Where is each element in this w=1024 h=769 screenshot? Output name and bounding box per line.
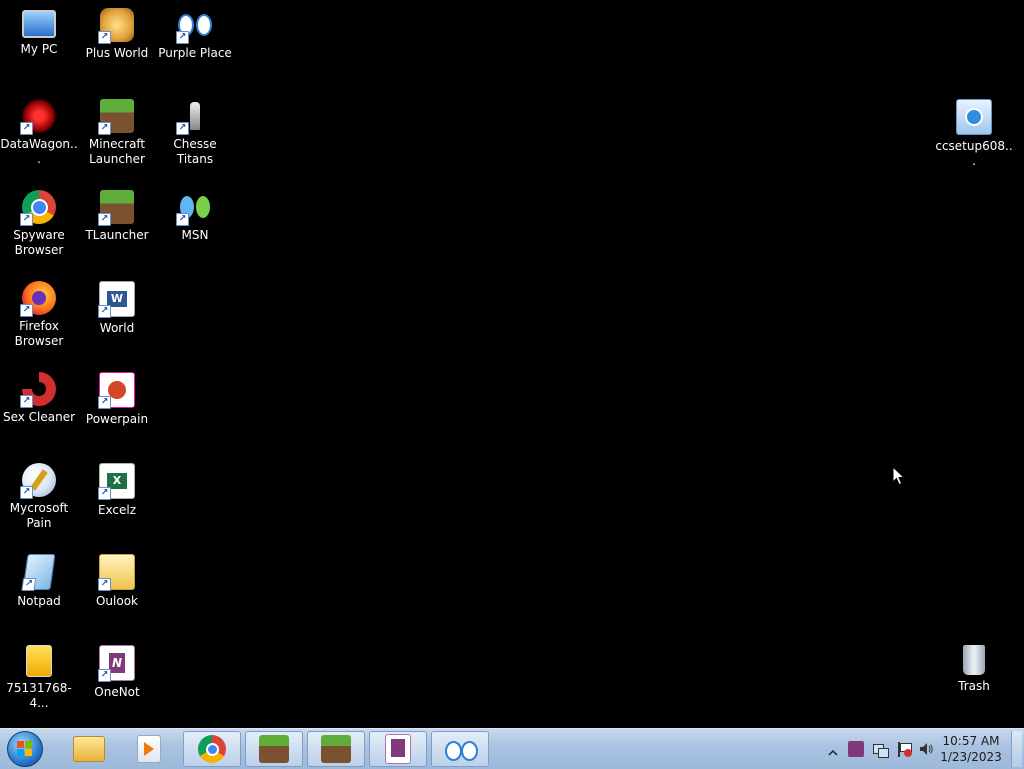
- network-icon[interactable]: [872, 741, 889, 758]
- desktop-icon-chesse-titans[interactable]: ↗ Chesse Titans: [156, 93, 234, 167]
- purple-place-icon: ↗: [176, 8, 212, 44]
- desktop-icon-label: Powerpain: [85, 412, 149, 426]
- volume-icon[interactable]: [918, 741, 934, 757]
- desktop-icon-label: Chesse Titans: [173, 137, 217, 166]
- taskbar: 10:57 AM 1/23/2023: [0, 728, 1024, 769]
- computer-icon: [22, 10, 56, 38]
- show-desktop-button[interactable]: [1011, 731, 1022, 767]
- taskbar-minecraft-button-1[interactable]: [245, 731, 303, 767]
- onenote-tray-icon[interactable]: [848, 741, 864, 757]
- desktop-icon-label: Trash: [958, 679, 990, 693]
- desktop-icon-minecraft-launcher[interactable]: ↗ Minecraft Launcher: [78, 93, 156, 167]
- desktop-icon-label: Sex Cleaner: [2, 410, 76, 424]
- paint-icon: ↗: [20, 463, 56, 499]
- clock-date: 1/23/2023: [940, 750, 1002, 764]
- chrome-icon: ↗: [20, 190, 56, 226]
- minecraft-icon: [321, 735, 351, 763]
- msn-icon: ↗: [176, 190, 212, 226]
- chess-icon: ↗: [176, 99, 212, 135]
- desktop-icon-onenot[interactable]: N ↗ OneNot: [78, 639, 156, 700]
- system-clock[interactable]: 10:57 AM 1/23/2023: [940, 733, 1002, 765]
- desktop-icon-powerpain[interactable]: ↗ Powerpain: [78, 366, 156, 427]
- taskbar-onenote-button[interactable]: [369, 731, 427, 767]
- powerpoint-icon: ↗: [98, 372, 135, 409]
- desktop-icon-label: 75131768-4...: [6, 681, 72, 710]
- desktop[interactable]: My PC ↗ DataWagon... ↗ Spyware Browser ↗…: [0, 0, 1024, 728]
- desktop-icon-label: DataWagon...: [0, 137, 78, 166]
- chrome-icon: [198, 735, 226, 763]
- file-explorer-icon: [73, 736, 105, 762]
- desktop-icon-notpad[interactable]: ↗ Notpad: [0, 548, 78, 609]
- desktop-icon-plus-world[interactable]: ↗ Plus World: [78, 2, 156, 61]
- desktop-icon-image-file[interactable]: 75131768-4...: [0, 639, 78, 711]
- taskbar-media-player-button[interactable]: [120, 731, 178, 767]
- desktop-icon-oulook[interactable]: ↗ Oulook: [78, 548, 156, 609]
- desktop-icon-label: Oulook: [95, 594, 139, 608]
- word-icon: W ↗: [98, 281, 135, 318]
- system-tray: 10:57 AM 1/23/2023: [814, 729, 1024, 769]
- desktop-icon-tlauncher[interactable]: ↗ TLauncher: [78, 184, 156, 243]
- clock-time: 10:57 AM: [942, 734, 1000, 748]
- desktop-icon-datawagon[interactable]: ↗ DataWagon...: [0, 93, 78, 167]
- desktop-icon-label: Notpad: [17, 594, 61, 608]
- desktop-icon-trash[interactable]: Trash: [935, 639, 1013, 694]
- desktop-icon-label: TLauncher: [85, 228, 149, 242]
- desktop-icon-sex-cleaner[interactable]: ↗ Sex Cleaner: [0, 366, 78, 425]
- desktop-icon-label: ccsetup608...: [935, 139, 1013, 168]
- desktop-icon-mycrosoft-pain[interactable]: ↗ Mycrosoft Pain: [0, 457, 78, 531]
- recycle-bin-icon: [963, 645, 985, 675]
- start-button[interactable]: [4, 731, 46, 767]
- chevron-up-icon: [828, 749, 838, 756]
- datawagon-icon: ↗: [20, 99, 56, 135]
- action-center-flag-icon[interactable]: [896, 741, 912, 757]
- mouse-cursor-icon: [892, 466, 906, 486]
- onenote-icon: [385, 734, 411, 764]
- desktop-icon-label: MSN: [181, 228, 209, 242]
- desktop-icon-label: OneNot: [94, 685, 140, 699]
- desktop-icon-firefox-browser[interactable]: ↗ Firefox Browser: [0, 275, 78, 349]
- desktop-icon-label: Excelz: [97, 503, 137, 517]
- desktop-icon-label: Purple Place: [158, 46, 232, 60]
- windows-start-icon: [7, 731, 43, 767]
- desktop-icon-purple-place[interactable]: ↗ Purple Place: [156, 2, 234, 61]
- minecraft-icon: [259, 735, 289, 763]
- desktop-icon-label: My PC: [20, 42, 58, 56]
- excel-icon: X ↗: [98, 463, 135, 500]
- image-file-icon: [26, 645, 52, 677]
- minecraft-icon: ↗: [98, 99, 134, 135]
- notepad-icon: ↗: [21, 554, 56, 591]
- desktop-icon-label: Firefox Browser: [14, 319, 64, 348]
- eyes-icon: [443, 735, 478, 763]
- ccleaner-icon: ↗: [20, 372, 56, 408]
- desktop-icon-msn[interactable]: ↗ MSN: [156, 184, 234, 243]
- desktop-icon-label: Plus World: [85, 46, 149, 60]
- plus-world-icon: ↗: [98, 8, 134, 44]
- taskbar-file-explorer-button[interactable]: [60, 731, 118, 767]
- installer-icon: [956, 99, 992, 135]
- desktop-icon-my-pc[interactable]: My PC: [0, 2, 78, 57]
- desktop-icon-label: Mycrosoft Pain: [9, 501, 69, 530]
- firefox-icon: ↗: [20, 281, 56, 317]
- minecraft-icon: ↗: [98, 190, 134, 226]
- desktop-icon-ccsetup[interactable]: ccsetup608...: [935, 93, 1013, 169]
- desktop-icon-spyware-browser[interactable]: ↗ Spyware Browser: [0, 184, 78, 258]
- outlook-icon: ↗: [98, 554, 135, 591]
- taskbar-minecraft-button-2[interactable]: [307, 731, 365, 767]
- show-hidden-icons-button[interactable]: [828, 743, 838, 756]
- taskbar-eyes-button[interactable]: [431, 731, 489, 767]
- onenote-icon: N ↗: [98, 645, 135, 682]
- desktop-icon-world[interactable]: W ↗ World: [78, 275, 156, 336]
- desktop-icon-label: World: [99, 321, 135, 335]
- media-player-icon: [137, 735, 161, 763]
- desktop-icon-excelz[interactable]: X ↗ Excelz: [78, 457, 156, 518]
- taskbar-chrome-button[interactable]: [183, 731, 241, 767]
- desktop-icon-label: Spyware Browser: [13, 228, 65, 257]
- desktop-icon-label: Minecraft Launcher: [88, 137, 146, 166]
